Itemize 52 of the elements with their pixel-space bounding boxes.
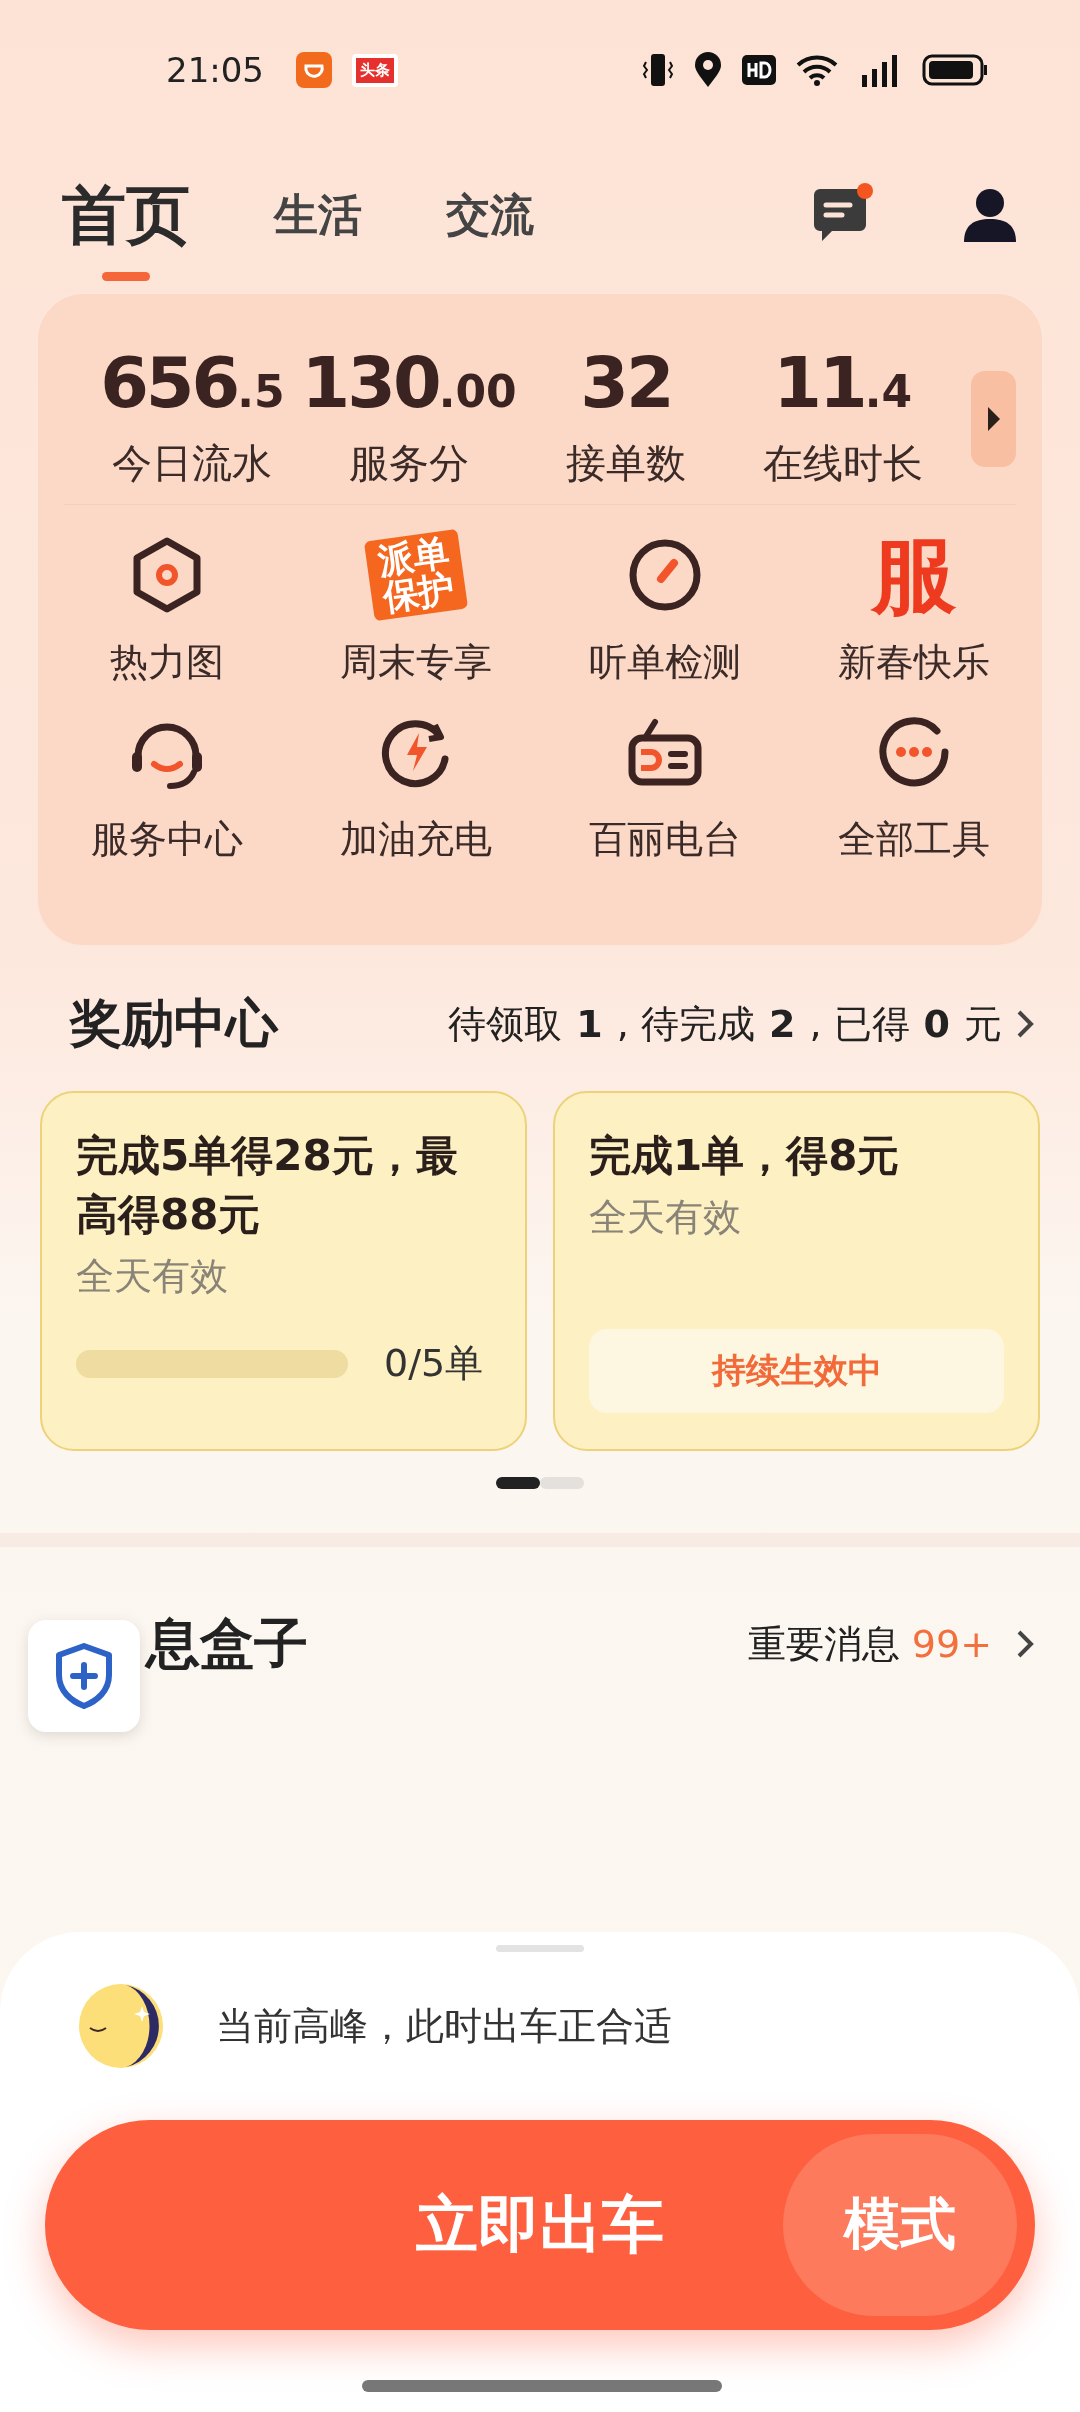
reward-title: 完成5单得28元，最高得88元 [76,1130,459,1241]
chevron-icon [1016,1009,1034,1039]
stat-value: 130.00 [301,347,517,418]
promo-character: 服 [871,533,956,617]
progress-text: 0/5单 [384,1340,484,1387]
important-messages-link[interactable]: 重要消息 99+ [741,1617,1040,1671]
reward-title: 完成1单，得8元 [589,1130,901,1182]
reward-validity: 全天有效 [76,1252,229,1300]
stat-value: 11.4 [773,347,913,418]
tool-label[interactable]: 听单检测 [588,637,741,688]
promo-sticker: 派单保护 [363,528,468,622]
tool-label[interactable]: 周末专享 [339,637,492,688]
reward-validity: 全天有效 [589,1193,742,1241]
reward-card[interactable]: 完成1单，得8元 全天有效 持续生效中 [553,1091,1040,1451]
tip-text: 当前高峰，此时出车正合适 [216,2002,672,2050]
stat-label: 接单数 [565,438,686,488]
shield-plus-icon [55,1643,113,1709]
profile-icon[interactable] [962,187,1018,243]
section-title: 奖励中心 [70,992,278,1055]
message-count: 99+ [911,1622,992,1666]
stat-value: 32 [580,347,672,418]
tool-label[interactable]: 百丽电台 [588,814,741,865]
vibrate-icon [642,52,674,88]
stat-label: 服务分 [349,438,470,488]
stat-value: 656.5 [100,347,285,418]
gauge-icon [627,538,702,612]
tool-label[interactable]: 新春快乐 [837,637,990,688]
safety-shield-button[interactable] [28,1620,140,1732]
tool-label[interactable]: 加油充电 [339,814,492,865]
tool-label[interactable]: 全部工具 [837,814,990,865]
hd-icon [742,55,776,85]
location-icon [694,52,722,88]
nav-tab[interactable]: 生活 [274,165,362,265]
tool-label[interactable]: 服务中心 [90,814,243,865]
nav-tab[interactable]: 首页 [62,151,190,279]
reward-card[interactable]: 完成5单得28元，最高得88元 全天有效 0/5单 [40,1091,527,1451]
battery-icon [922,54,988,86]
triangle-icon [986,406,1001,432]
chevron-icon [1016,1629,1034,1659]
radio-icon [626,716,703,788]
nav-tab[interactable]: 交流 [446,165,534,265]
expand-button[interactable] [971,371,1016,467]
app-notification-badge: 头条 [352,53,398,87]
section-title: 息盒子 [146,1610,308,1677]
stat-label: 在线时长 [762,438,923,488]
more-icon [876,715,951,789]
wifi-icon [796,53,838,87]
status-time: 21:05 [166,50,264,90]
tool-label[interactable]: 热力图 [109,637,224,688]
stat-label: 今日流水 [112,438,273,488]
drag-handle[interactable] [496,1945,584,1952]
app-notification-icon [296,52,332,88]
